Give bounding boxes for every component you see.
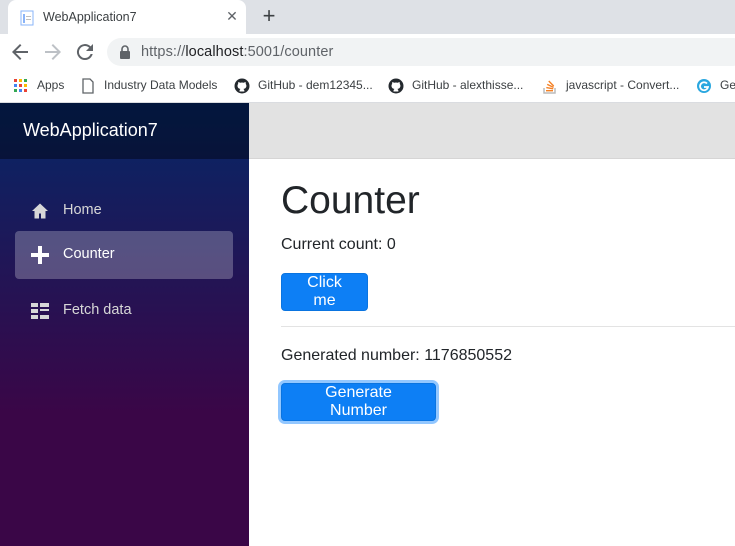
brand-bar: WebApplication7 (0, 103, 249, 159)
generate-number-button[interactable]: Generate Number (281, 383, 436, 421)
document-favicon-icon (20, 10, 34, 26)
browser-toolbar: https://localhost:5001/counter (0, 34, 735, 70)
main-content: Counter Current count: 0 Click me Genera… (249, 159, 735, 546)
nav-label: Fetch data (63, 302, 132, 318)
nav-item-fetch-data[interactable]: Fetch data (15, 287, 233, 335)
site-icon (697, 79, 711, 93)
page-title: Counter (281, 179, 420, 222)
forward-arrow-icon[interactable] (41, 40, 65, 64)
address-bar[interactable]: https://localhost:5001/counter (107, 38, 735, 66)
app-brand[interactable]: WebApplication7 (23, 120, 158, 141)
url-scheme: https:// (141, 44, 186, 60)
list-icon (31, 303, 49, 319)
tab-title: WebApplication7 (43, 10, 137, 24)
apps-grid-icon (14, 79, 27, 92)
url-text[interactable]: https://localhost:5001/counter (141, 44, 333, 60)
nav-label: Counter (63, 246, 115, 262)
home-icon (32, 203, 48, 219)
plus-icon (31, 246, 49, 264)
url-host: localhost (185, 44, 244, 60)
click-me-button[interactable]: Click me (281, 273, 368, 311)
bookmark-label: javascript - Convert... (566, 78, 680, 92)
top-row (249, 103, 735, 159)
nav-item-home[interactable]: Home (15, 187, 233, 235)
bookmark-label: GitHub - dem12345... (258, 78, 373, 92)
current-count-text: Current count: 0 (281, 236, 396, 253)
nav-item-counter[interactable]: Counter (15, 231, 233, 279)
bookmark-label: Ge (720, 78, 735, 92)
github-icon (388, 78, 404, 94)
github-icon (234, 78, 250, 94)
new-tab-button[interactable]: + (258, 5, 280, 28)
bookmark-label: GitHub - alexthisse... (412, 78, 524, 92)
generated-number-text: Generated number: 1176850552 (281, 347, 512, 364)
browser-tabstrip: WebApplication7 ✕ + (0, 0, 735, 34)
back-arrow-icon[interactable] (8, 40, 32, 64)
reload-icon[interactable] (73, 40, 97, 64)
lock-icon[interactable] (119, 45, 131, 59)
bookmarks-bar: Apps Industry Data Models GitHub - dem12… (0, 70, 735, 103)
divider (281, 326, 735, 327)
url-path: :5001/counter (243, 44, 334, 60)
page-icon (82, 78, 94, 94)
close-tab-icon[interactable]: ✕ (224, 8, 240, 24)
stackoverflow-icon (543, 80, 556, 94)
browser-tab[interactable]: WebApplication7 ✕ (8, 0, 246, 34)
nav-label: Home (63, 202, 102, 218)
bookmark-label: Apps (37, 78, 65, 92)
sidebar: WebApplication7 Home Counter Fetch data (0, 103, 249, 546)
bookmark-label: Industry Data Models (104, 78, 218, 92)
